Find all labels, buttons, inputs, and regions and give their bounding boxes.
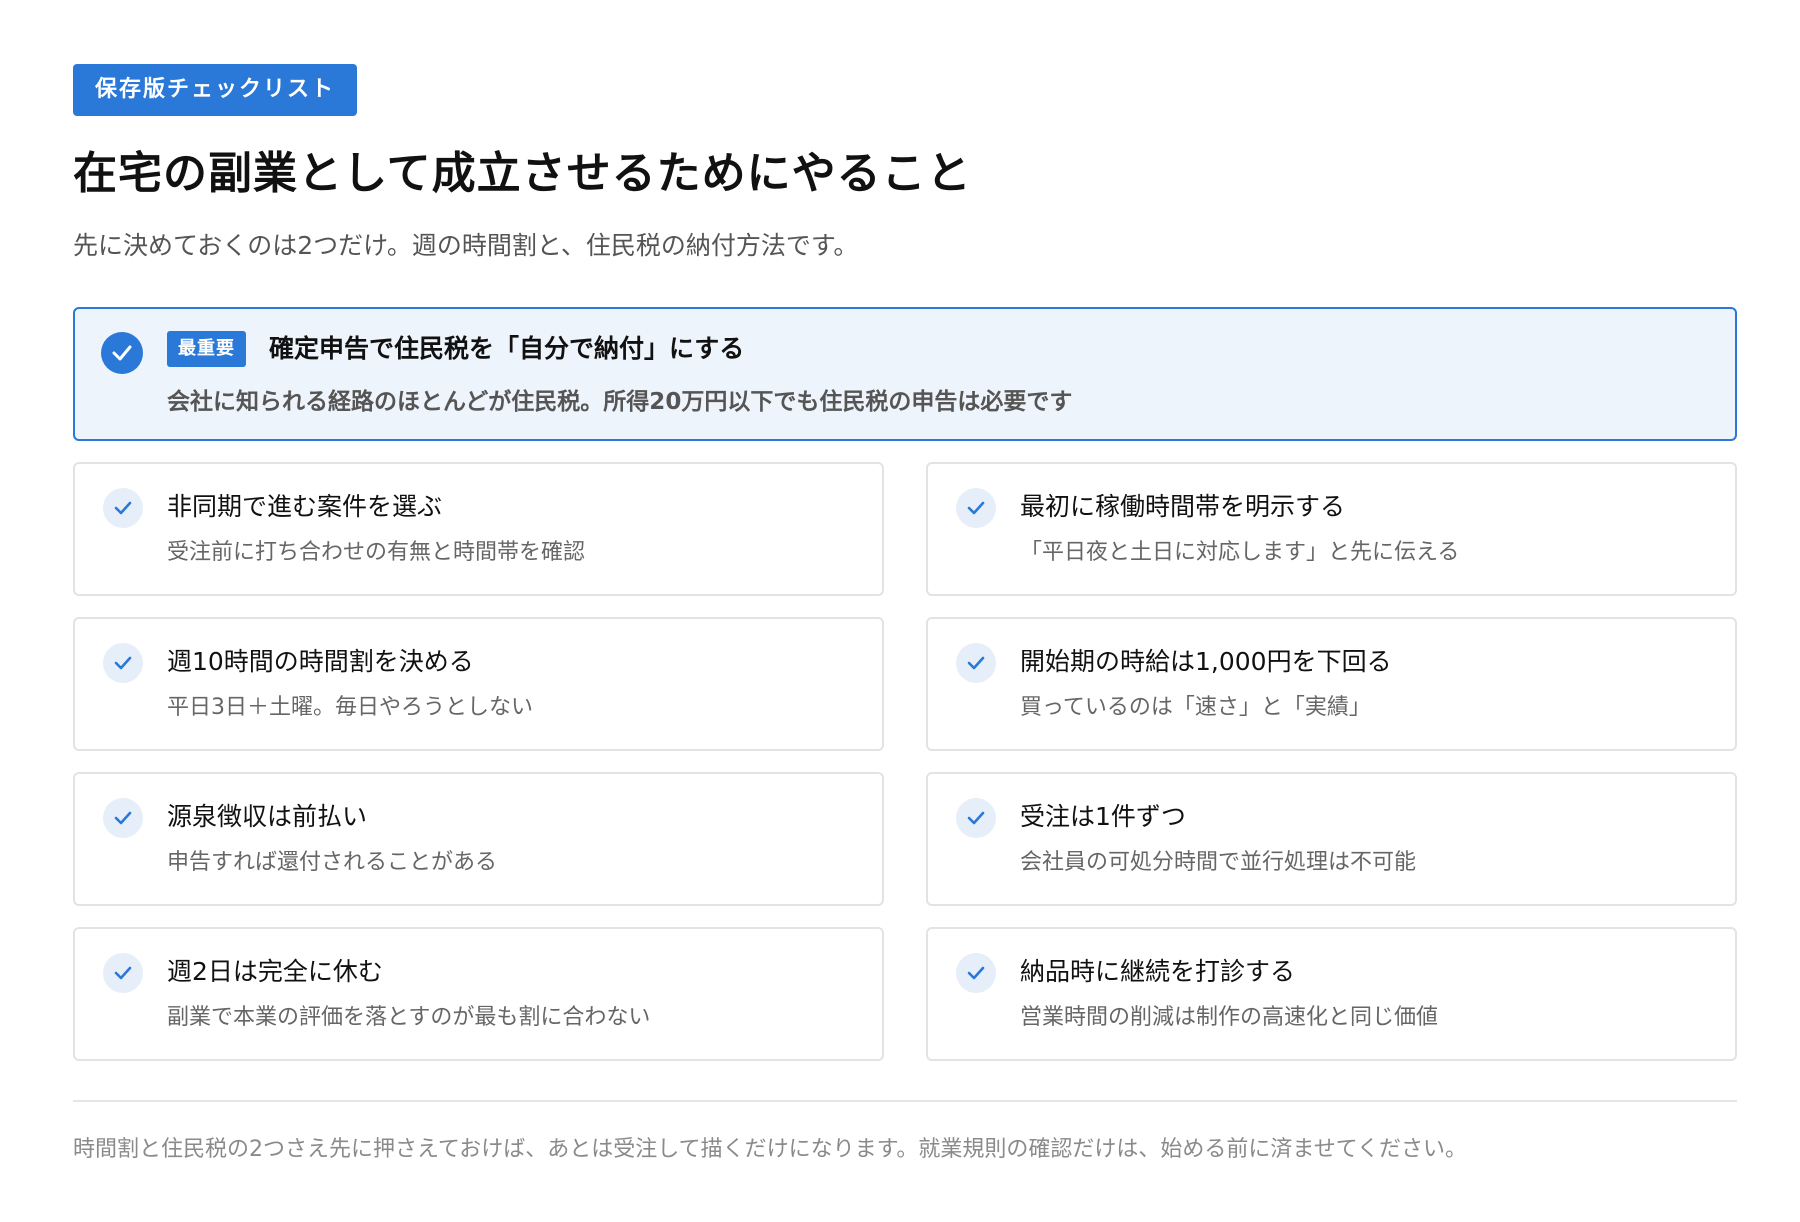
page-title: 在宅の副業として成立させるためにやること (73, 148, 972, 199)
checklist-item: 週10時間の時間割を決める 平日3日＋土曜。毎日やろうとしない (73, 617, 884, 751)
checklist-grid: 非同期で進む案件を選ぶ 受注前に打ち合わせの有無と時間帯を確認 最初に稼働時間帯… (73, 462, 1737, 1061)
checklist-item-title: 非同期で進む案件を選ぶ (167, 492, 443, 521)
checklist-item-title: 開始期の時給は1,000円を下回る (1020, 647, 1392, 676)
check-circle-icon (101, 332, 143, 374)
checklist-item-title: 週10時間の時間割を決める (167, 647, 474, 676)
check-icon (103, 488, 143, 528)
checklist-item: 非同期で進む案件を選ぶ 受注前に打ち合わせの有無と時間帯を確認 (73, 462, 884, 596)
checklist-item-description: 平日3日＋土曜。毎日やろうとしない (167, 695, 533, 720)
check-icon (103, 798, 143, 838)
checklist-item: 週2日は完全に休む 副業で本業の評価を落とすのが最も割に合わない (73, 927, 884, 1061)
priority-description: 会社に知られる経路のほとんどが住民税。所得20万円以下でも住民税の申告は必要です (167, 389, 1073, 415)
checklist-item-description: 「平日夜と土日に対応します」と先に伝える (1020, 540, 1460, 565)
checklist-item-description: 受注前に打ち合わせの有無と時間帯を確認 (167, 540, 586, 565)
checklist-item-title: 受注は1件ずつ (1020, 802, 1186, 831)
checklist-item: 源泉徴収は前払い 申告すれば還付されることがある (73, 772, 884, 906)
checklist-page: 保存版チェックリスト 在宅の副業として成立させるためにやること 先に決めておくの… (0, 0, 1800, 1222)
checklist-item-title: 源泉徴収は前払い (167, 802, 368, 831)
checklist-item-description: 買っているのは「速さ」と「実績」 (1020, 695, 1371, 720)
checklist-item-title: 納品時に継続を打診する (1020, 957, 1296, 986)
check-icon (956, 798, 996, 838)
priority-badge: 最重要 (167, 331, 246, 367)
checklist-item: 最初に稼働時間帯を明示する 「平日夜と土日に対応します」と先に伝える (926, 462, 1737, 596)
checklist-item: 納品時に継続を打診する 営業時間の削減は制作の高速化と同じ価値 (926, 927, 1737, 1061)
page-subtitle: 先に決めておくのは2つだけ。週の時間割と、住民税の納付方法です。 (73, 231, 859, 260)
checklist-item-description: 副業で本業の評価を落とすのが最も割に合わない (167, 1005, 651, 1030)
check-icon (103, 953, 143, 993)
check-icon (956, 953, 996, 993)
check-icon (956, 643, 996, 683)
checklist-item: 開始期の時給は1,000円を下回る 買っているのは「速さ」と「実績」 (926, 617, 1737, 751)
priority-card: 最重要 確定申告で住民税を「自分で納付」にする 会社に知られる経路のほとんどが住… (73, 307, 1737, 441)
checklist-item-title: 最初に稼働時間帯を明示する (1020, 492, 1346, 521)
check-icon (103, 643, 143, 683)
footer-note: 時間割と住民税の2つさえ先に押さえておけば、あとは受注して描くだけになります。就… (73, 1137, 1468, 1162)
check-icon (956, 488, 996, 528)
checklist-item: 受注は1件ずつ 会社員の可処分時間で並行処理は不可能 (926, 772, 1737, 906)
checklist-item-description: 申告すれば還付されることがある (167, 850, 498, 875)
checklist-item-description: 営業時間の削減は制作の高速化と同じ価値 (1020, 1005, 1439, 1030)
checklist-item-description: 会社員の可処分時間で並行処理は不可能 (1020, 850, 1417, 875)
checklist-item-title: 週2日は完全に休む (167, 957, 383, 986)
priority-title: 確定申告で住民税を「自分で納付」にする (269, 334, 745, 363)
footer-divider (73, 1100, 1737, 1102)
category-tag: 保存版チェックリスト (73, 64, 358, 116)
